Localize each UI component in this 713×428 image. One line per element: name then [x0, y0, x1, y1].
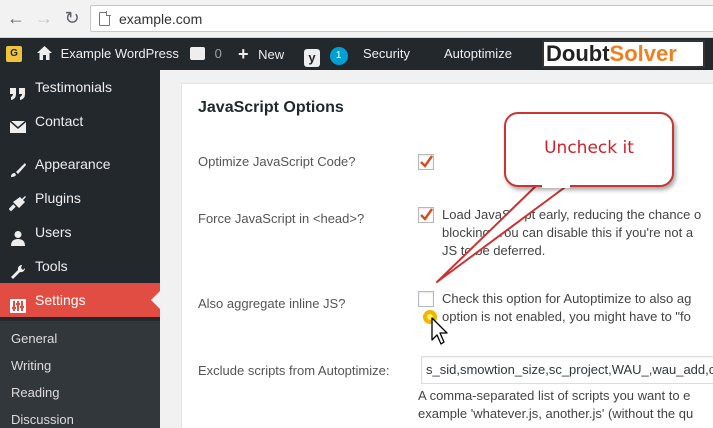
user-icon [9, 224, 27, 246]
annotation-text: Uncheck it [544, 138, 634, 158]
plus-icon: + [238, 44, 249, 64]
sidebar-item-users[interactable]: Users [0, 215, 160, 249]
checkmark-icon [420, 208, 433, 221]
page: ← → ↻ example.com G Example WordPress 0 … [0, 0, 713, 428]
yoast-badge: 1 [329, 47, 348, 65]
yoast-seo-link[interactable]: y 1 [304, 38, 348, 70]
site-name-link[interactable]: Example WordPress [36, 38, 179, 70]
annotation-callout: Uncheck it [504, 112, 674, 187]
sidebar-item-contact[interactable]: Contact [0, 104, 160, 138]
settings-submenu: General Writing Reading Discussion [0, 321, 160, 428]
submenu-item-reading[interactable]: Reading [11, 385, 59, 400]
quote-icon [9, 79, 27, 100]
sidebar-item-settings[interactable]: Settings [0, 283, 160, 317]
description-line: example 'whatever.js, another.js' (witho… [418, 406, 694, 421]
home-icon [36, 41, 53, 60]
description-line: JS to be deferred. [442, 243, 546, 258]
site-name: Example WordPress [60, 46, 179, 61]
exclude-scripts-label: Exclude scripts from Autoptimize: [198, 363, 390, 378]
comment-bubble-icon [190, 47, 205, 60]
settings-icon [9, 292, 27, 313]
yoast-icon: y [304, 49, 320, 67]
reload-icon[interactable]: ↻ [62, 8, 82, 28]
submenu-item-discussion[interactable]: Discussion [11, 412, 74, 427]
sidebar-item-appearance[interactable]: Appearance [0, 147, 160, 181]
section-title: JavaScript Options [198, 99, 344, 116]
browser-toolbar: ← → ↻ example.com [0, 0, 713, 38]
callout-arrow-joint [542, 184, 570, 188]
aggregate-inline-js-description: Check this option for Autoptimize to als… [442, 290, 691, 326]
sidebar-item-label: Users [35, 224, 72, 240]
exclude-scripts-description: A comma-separated list of scripts you wa… [418, 387, 693, 423]
exclude-scripts-input[interactable]: s_sid,smowtion_size,sc_project,WAU_,wau_… [421, 356, 713, 384]
sidebar-item-label: Contact [35, 113, 84, 129]
sidebar-item-tools[interactable]: Tools [0, 249, 160, 283]
description-line: Check this option for Autoptimize to als… [442, 291, 692, 306]
sidebar-item-label: Appearance [35, 156, 111, 172]
sidebar-item-label: Settings [35, 292, 86, 308]
optimize-js-checkbox[interactable] [418, 154, 434, 170]
doubtsolver-logo: DoubtSolver [542, 40, 705, 68]
logo-text-solver: Solver [609, 41, 677, 66]
new-content-link[interactable]: + New [238, 38, 284, 70]
new-label: New [258, 47, 285, 62]
plug-icon [8, 190, 27, 212]
autoptimize-link[interactable]: Autoptimize [444, 38, 512, 70]
forward-arrow-icon[interactable]: → [34, 8, 54, 28]
address-bar[interactable]: example.com [90, 5, 713, 32]
sidebar-item-label: Plugins [35, 190, 81, 206]
g-plugin-icon[interactable]: G [6, 46, 22, 62]
aggregate-inline-js-checkbox[interactable] [418, 291, 434, 307]
force-js-head-description: Load JavaScript early, reducing the chan… [442, 206, 701, 260]
force-js-head-checkbox[interactable] [418, 207, 434, 223]
comments-count: 0 [214, 46, 222, 61]
sidebar-item-testimonials[interactable]: Testimonials [0, 70, 160, 104]
description-line: A comma-separated list of scripts you wa… [418, 388, 691, 403]
sidebar-item-label: Tools [35, 258, 68, 274]
optimize-js-label: Optimize JavaScript Code? [198, 154, 356, 169]
description-line: blocking. You can disable this if you're… [442, 225, 694, 240]
back-arrow-icon[interactable]: ← [6, 8, 26, 28]
description-line: option is not enabled, you might have to… [442, 309, 691, 324]
sidebar-item-plugins[interactable]: Plugins [0, 181, 160, 215]
logo-text-doubt: Doubt [546, 41, 610, 66]
url-text: example.com [119, 11, 203, 27]
sidebar-item-label: Testimonials [35, 79, 113, 95]
description-line: Load JavaScript early, reducing the chan… [442, 207, 702, 222]
wrench-icon [9, 258, 27, 279]
submenu-item-general[interactable]: General [11, 331, 57, 346]
checkmark-icon [420, 155, 433, 168]
submenu-item-writing[interactable]: Writing [11, 358, 51, 373]
page-icon [99, 11, 111, 26]
security-link[interactable]: Security [363, 38, 410, 70]
paintbrush-icon [9, 156, 27, 177]
comments-link[interactable]: 0 [190, 38, 222, 70]
aggregate-inline-js-label: Also aggregate inline JS? [198, 296, 346, 311]
envelope-icon [9, 113, 27, 133]
admin-sidebar: Testimonials Contact Appearance Plugins … [0, 70, 160, 428]
force-js-head-label: Force JavaScript in <head>? [198, 211, 365, 226]
